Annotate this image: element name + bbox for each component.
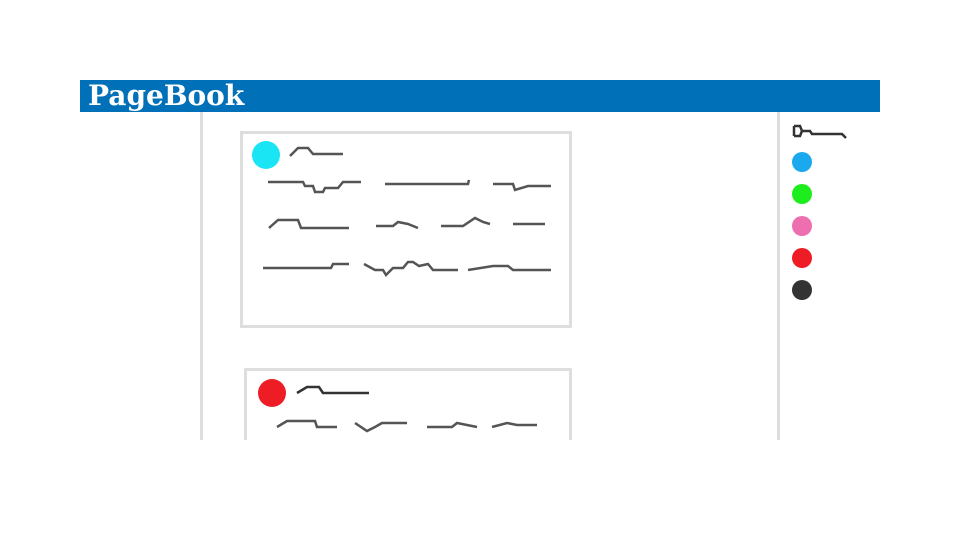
post-card[interactable] — [244, 368, 572, 440]
post-text-line — [363, 260, 458, 278]
post-card[interactable] — [240, 131, 572, 328]
post-text-line — [441, 216, 491, 228]
filter-dark[interactable] — [792, 280, 812, 300]
app-title: PageBook — [88, 79, 245, 112]
post-text-line — [354, 421, 407, 433]
post-text-line — [268, 180, 361, 194]
post-author-scribble — [289, 146, 343, 157]
filter-blue[interactable] — [792, 152, 812, 172]
header-bar: PageBook — [80, 80, 880, 112]
post-text-line — [491, 421, 537, 429]
post-text-scribble — [263, 146, 551, 278]
post-text-line — [276, 419, 337, 429]
post-text-line — [467, 264, 551, 272]
post-author-scribble — [296, 385, 369, 395]
post-text-line — [268, 218, 349, 230]
post-text-line — [493, 182, 551, 192]
post-text-line — [376, 220, 419, 230]
sidebar-heading-scribble — [792, 124, 847, 139]
filter-pink[interactable] — [792, 216, 812, 236]
filter-green[interactable] — [792, 184, 812, 204]
filter-red[interactable] — [792, 248, 812, 268]
post-text-line — [263, 262, 349, 270]
sidebar-filters — [780, 112, 880, 440]
post-text-scribble — [276, 385, 537, 433]
post-text-line — [427, 421, 478, 429]
post-text-line — [385, 179, 471, 186]
